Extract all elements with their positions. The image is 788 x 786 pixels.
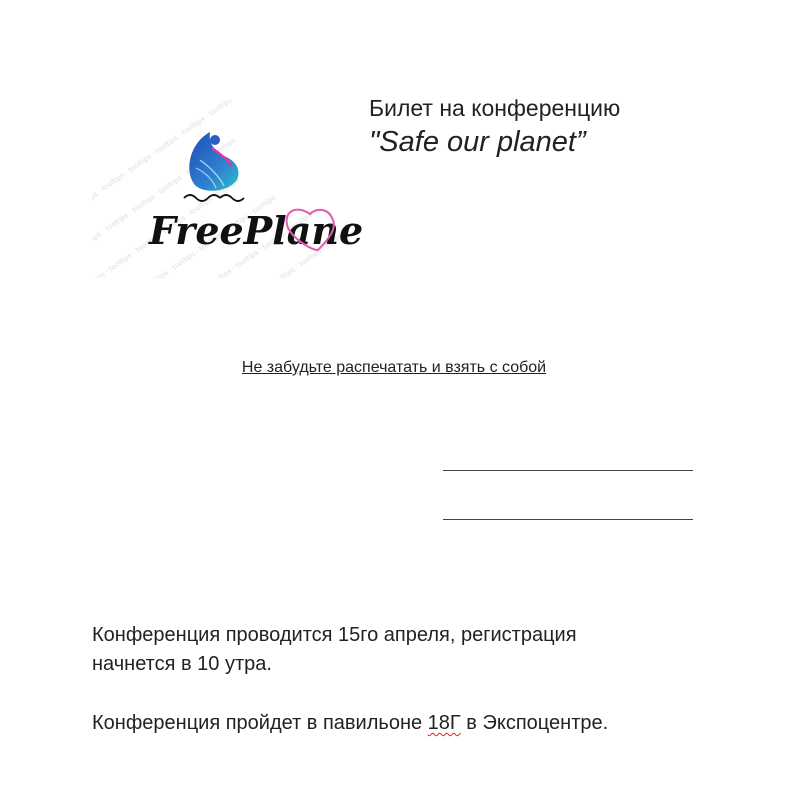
freeplanet-logo: tooltips · tooltips · tooltips · tooltip… [92, 100, 362, 278]
date-line-1: Конференция проводится 15го апреля, реги… [92, 624, 577, 646]
ticket-heading: Билет на конференцию "Safe our planet” [369, 93, 620, 161]
conference-name: "Safe our planet” [369, 126, 586, 158]
signature-line-1 [443, 470, 693, 471]
ticket-title: Билет на конференцию [369, 95, 621, 121]
signature-line-2 [443, 519, 693, 520]
venue-text-after: в Экспоцентре. [460, 712, 609, 734]
freeplanet-logo-graphic: tooltips · tooltips · tooltips · tooltip… [92, 100, 362, 278]
venue-pavilion: 18Г [427, 712, 461, 734]
venue-paragraph: Конференция пройдет в павильоне 18Г в Эк… [92, 709, 652, 738]
print-reminder: Не забудьте распечатать и взять с собой [0, 359, 788, 377]
date-line-2: начнется в 10 утра. [92, 653, 272, 675]
venue-text-before: Конференция пройдет в павильоне [92, 712, 428, 734]
date-paragraph: Конференция проводится 15го апреля, реги… [92, 621, 652, 679]
print-reminder-text: Не забудьте распечатать и взять с собой [241, 359, 547, 376]
